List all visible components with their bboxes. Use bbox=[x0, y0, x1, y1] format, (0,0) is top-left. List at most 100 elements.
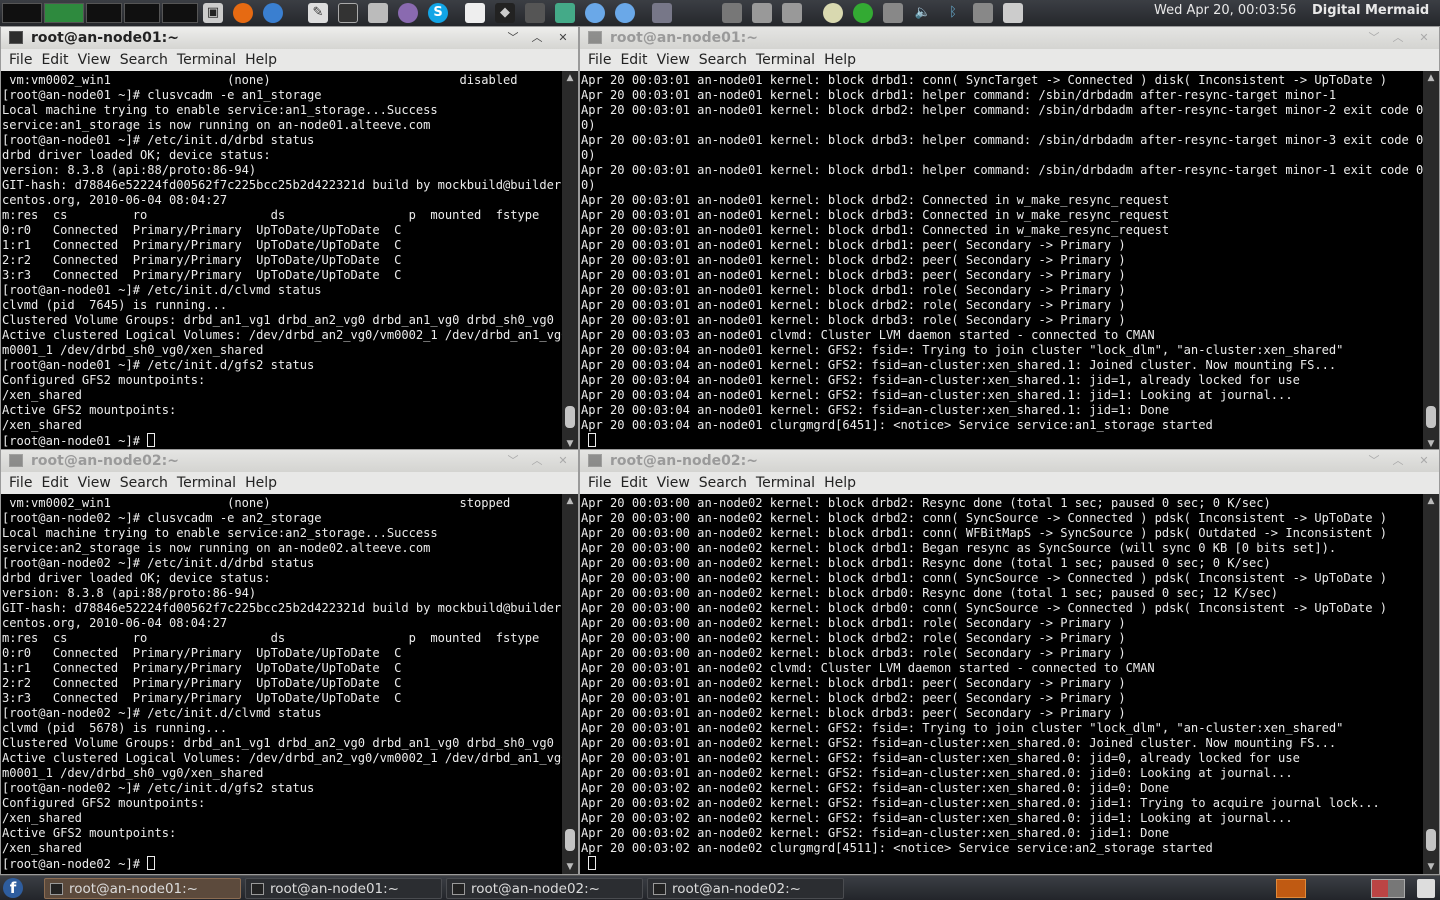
menu-edit[interactable]: Edit bbox=[41, 475, 68, 491]
battery-icon[interactable] bbox=[1003, 3, 1023, 23]
minimize-button[interactable]: ﹀ bbox=[1365, 452, 1383, 470]
scroll-down-arrow-icon[interactable]: ▼ bbox=[562, 860, 578, 874]
gimp-icon[interactable] bbox=[525, 3, 545, 23]
network-app-icon[interactable] bbox=[585, 3, 605, 23]
menu-view[interactable]: View bbox=[78, 52, 111, 68]
maximize-button[interactable]: ︿ bbox=[528, 452, 546, 470]
scroll-down-arrow-icon[interactable]: ▼ bbox=[1423, 860, 1439, 874]
scrollbar[interactable]: ▲ ▼ bbox=[562, 494, 578, 874]
menu-help[interactable]: Help bbox=[824, 52, 856, 68]
taskbar-item-1[interactable]: root@an-node01:~ bbox=[44, 878, 241, 899]
menu-edit[interactable]: Edit bbox=[620, 52, 647, 68]
trash-icon[interactable] bbox=[1417, 879, 1435, 898]
terminal-area[interactable]: vm:vm0002_win1 (none) disabled [root@an-n… bbox=[1, 71, 578, 451]
pidgin-icon[interactable] bbox=[398, 3, 418, 23]
menu-terminal[interactable]: Terminal bbox=[756, 52, 815, 68]
menu-search[interactable]: Search bbox=[699, 475, 747, 491]
display-icon[interactable] bbox=[973, 3, 993, 23]
network-status-icon[interactable] bbox=[883, 3, 903, 23]
calculator-icon[interactable] bbox=[368, 3, 388, 23]
scrollbar-thumb[interactable] bbox=[565, 829, 575, 851]
menu-file[interactable]: File bbox=[9, 475, 32, 491]
menu-terminal[interactable]: Terminal bbox=[756, 475, 815, 491]
terminal-area[interactable]: Apr 20 00:03:00 an-node02 kernel: block … bbox=[580, 494, 1439, 874]
taskbar-item-2[interactable]: root@an-node01:~ bbox=[245, 878, 442, 899]
user-name[interactable]: Digital Mermaid bbox=[1312, 3, 1429, 18]
taskbar-item-4[interactable]: root@an-node02:~ bbox=[647, 878, 844, 899]
menu-view[interactable]: View bbox=[657, 475, 690, 491]
network-monitor-icon[interactable] bbox=[86, 3, 122, 23]
thunderbird-icon[interactable] bbox=[263, 3, 283, 23]
text-editor-icon[interactable]: ✎ bbox=[308, 3, 328, 23]
menu-terminal[interactable]: Terminal bbox=[177, 52, 236, 68]
title-bar[interactable]: root@an-node01:~ ﹀ ︿ ✕ bbox=[1, 27, 578, 49]
menu-file[interactable]: File bbox=[9, 52, 32, 68]
maximize-button[interactable]: ︿ bbox=[1389, 29, 1407, 47]
menu-terminal[interactable]: Terminal bbox=[177, 475, 236, 491]
app-icon-1[interactable] bbox=[465, 3, 485, 23]
fedora-menu-icon[interactable]: f bbox=[3, 878, 23, 898]
scrollbar[interactable]: ▲ ▼ bbox=[1423, 494, 1439, 874]
menu-file[interactable]: File bbox=[588, 475, 611, 491]
menu-help[interactable]: Help bbox=[824, 475, 856, 491]
menu-help[interactable]: Help bbox=[245, 52, 277, 68]
scrollbar-thumb[interactable] bbox=[1426, 829, 1436, 851]
memory-monitor-icon[interactable] bbox=[44, 3, 84, 23]
close-button[interactable]: ✕ bbox=[554, 452, 572, 470]
scroll-up-arrow-icon[interactable]: ▲ bbox=[562, 71, 578, 85]
terminal-output[interactable]: vm:vm0002_win1 (none) stopped [root@an-no… bbox=[2, 496, 562, 874]
title-bar[interactable]: root@an-node02:~ ﹀ ︿ ✕ bbox=[580, 450, 1439, 472]
bluetooth-icon[interactable]: ᛒ bbox=[943, 3, 963, 23]
terminal-output[interactable]: Apr 20 00:03:01 an-node01 kernel: block … bbox=[581, 73, 1423, 451]
menu-view[interactable]: View bbox=[78, 475, 111, 491]
title-bar[interactable]: root@an-node01:~ ﹀ ︿ ✕ bbox=[580, 27, 1439, 49]
menu-search[interactable]: Search bbox=[120, 475, 168, 491]
terminal-area[interactable]: vm:vm0002_win1 (none) stopped [root@an-no… bbox=[1, 494, 578, 874]
maximize-button[interactable]: ︿ bbox=[528, 29, 546, 47]
browser-app-icon[interactable] bbox=[615, 3, 635, 23]
terminal-window-node01-right[interactable]: root@an-node01:~ ﹀ ︿ ✕ File Edit View Search T… bbox=[579, 26, 1440, 452]
firefox-icon[interactable] bbox=[1276, 879, 1306, 898]
terminal-icon[interactable] bbox=[338, 3, 358, 23]
image-viewer-icon[interactable] bbox=[555, 3, 575, 23]
scrollbar[interactable]: ▲ ▼ bbox=[562, 71, 578, 451]
terminal-window-node01-left[interactable]: root@an-node01:~ ﹀ ︿ ✕ File Edit View Search T… bbox=[0, 26, 579, 452]
menu-search[interactable]: Search bbox=[120, 52, 168, 68]
scrollbar-thumb[interactable] bbox=[565, 406, 575, 428]
load-monitor-icon[interactable] bbox=[162, 3, 198, 23]
terminal-output[interactable]: vm:vm0002_win1 (none) disabled [root@an-n… bbox=[2, 73, 562, 451]
close-button[interactable]: ✕ bbox=[554, 29, 572, 47]
terminal-window-node02-left[interactable]: root@an-node02:~ ﹀ ︿ ✕ File Edit View Search T… bbox=[0, 449, 579, 875]
menu-edit[interactable]: Edit bbox=[620, 475, 647, 491]
user-switch-icon[interactable] bbox=[722, 3, 742, 23]
scroll-up-arrow-icon[interactable]: ▲ bbox=[1423, 71, 1439, 85]
terminal-output[interactable]: Apr 20 00:03:00 an-node02 kernel: block … bbox=[581, 496, 1423, 874]
volume-icon[interactable]: 🔈 bbox=[913, 3, 933, 23]
minimize-button[interactable]: ﹀ bbox=[504, 29, 522, 47]
taskbar-item-3[interactable]: root@an-node02:~ bbox=[446, 878, 643, 899]
tray-icon-3[interactable] bbox=[823, 3, 843, 23]
scroll-up-arrow-icon[interactable]: ▲ bbox=[562, 494, 578, 508]
minimize-button[interactable]: ﹀ bbox=[504, 452, 522, 470]
scrollbar-thumb[interactable] bbox=[1426, 406, 1436, 428]
firefox-icon[interactable] bbox=[233, 3, 253, 23]
close-button[interactable]: ✕ bbox=[1415, 29, 1433, 47]
menu-file[interactable]: File bbox=[588, 52, 611, 68]
minimize-button[interactable]: ﹀ bbox=[1365, 29, 1383, 47]
scroll-up-arrow-icon[interactable]: ▲ bbox=[1423, 494, 1439, 508]
skype-icon[interactable]: S bbox=[428, 3, 448, 23]
inkscape-icon[interactable]: ◆ bbox=[495, 3, 515, 23]
terminal-window-node02-right[interactable]: root@an-node02:~ ﹀ ︿ ✕ File Edit View Search T… bbox=[579, 449, 1440, 875]
clock[interactable]: Wed Apr 20, 00:03:56 bbox=[1154, 3, 1296, 18]
menu-edit[interactable]: Edit bbox=[41, 52, 68, 68]
menu-view[interactable]: View bbox=[657, 52, 690, 68]
tray-icon-2[interactable] bbox=[782, 3, 802, 23]
terminal-area[interactable]: Apr 20 00:03:01 an-node01 kernel: block … bbox=[580, 71, 1439, 451]
computer-icon[interactable]: ▣ bbox=[203, 3, 223, 23]
workspace-switcher-icon[interactable] bbox=[1371, 879, 1405, 898]
title-bar[interactable]: root@an-node02:~ ﹀ ︿ ✕ bbox=[1, 450, 578, 472]
scrollbar[interactable]: ▲ ▼ bbox=[1423, 71, 1439, 451]
menu-help[interactable]: Help bbox=[245, 475, 277, 491]
swap-monitor-icon[interactable] bbox=[124, 3, 160, 23]
close-button[interactable]: ✕ bbox=[1415, 452, 1433, 470]
